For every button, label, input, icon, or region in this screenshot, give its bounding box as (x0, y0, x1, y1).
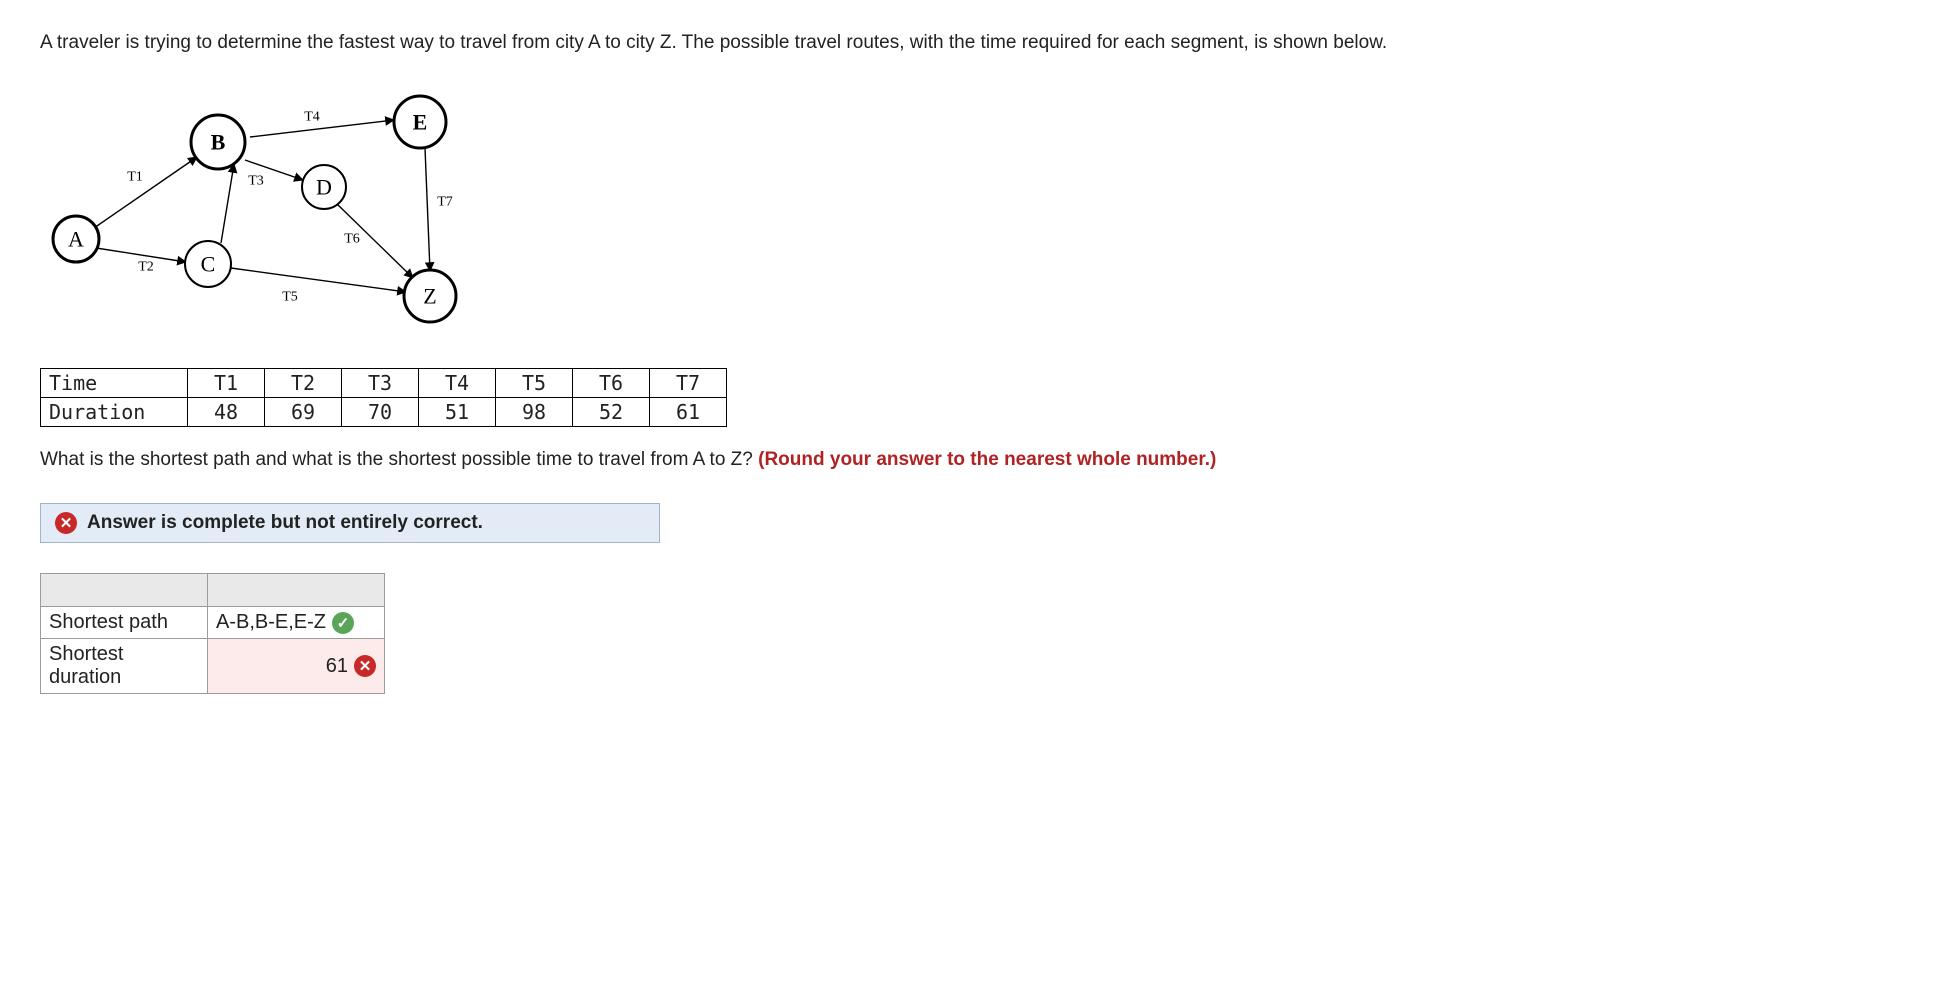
feedback-bar: ✕ Answer is complete but not entirely co… (40, 503, 660, 543)
shortest-path-label: Shortest path (41, 607, 208, 639)
edge-label-t7: T7 (437, 194, 453, 209)
duration-t2: 69 (265, 397, 342, 426)
time-duration-table: Time T1 T2 T3 T4 T5 T6 T7 Duration 48 69… (40, 368, 727, 427)
edge-label-t4: T4 (304, 109, 320, 124)
node-c-label: C (201, 251, 216, 276)
duration-t5: 98 (496, 397, 573, 426)
table-row: Time T1 T2 T3 T4 T5 T6 T7 (41, 368, 727, 397)
shortest-duration-value-cell[interactable]: 61 ✕ (208, 639, 385, 694)
time-header-t7: T7 (650, 368, 727, 397)
time-header-t2: T2 (265, 368, 342, 397)
shortest-path-value: A-B,B-E,E-Z (216, 611, 326, 634)
duration-t1: 48 (188, 397, 265, 426)
time-header-t3: T3 (342, 368, 419, 397)
time-header-t6: T6 (573, 368, 650, 397)
node-b-label: B (211, 129, 226, 154)
time-row-label: Time (41, 368, 188, 397)
feedback-text: Answer is complete but not entirely corr… (87, 512, 483, 534)
table-row: Shortest duration 61 ✕ (41, 639, 385, 694)
duration-t6: 52 (573, 397, 650, 426)
edge-label-t1: T1 (127, 169, 143, 184)
edge-t3 (221, 164, 234, 243)
x-icon: ✕ (55, 512, 77, 534)
duration-t4: 51 (419, 397, 496, 426)
edge-t5 (231, 268, 406, 292)
prompt-text: A traveler is trying to determine the fa… (40, 30, 1820, 57)
table-row: Shortest path A-B,B-E,E-Z ✓ (41, 607, 385, 639)
edge-t4 (250, 120, 394, 137)
edge-label-t2: T2 (138, 259, 154, 274)
route-graph-svg: T1 T2 T3 T4 T5 T6 T7 A B (40, 87, 480, 347)
edge-t1 (94, 157, 197, 228)
time-header-t1: T1 (188, 368, 265, 397)
question-body: What is the shortest path and what is th… (40, 449, 758, 470)
answer-table-header-blank-2 (208, 574, 385, 607)
shortest-duration-label: Shortest duration (41, 639, 208, 694)
duration-t7: 61 (650, 397, 727, 426)
x-icon: ✕ (354, 655, 376, 677)
shortest-path-value-cell[interactable]: A-B,B-E,E-Z ✓ (208, 607, 385, 639)
question-page: A traveler is trying to determine the fa… (0, 0, 1860, 724)
route-graph: T1 T2 T3 T4 T5 T6 T7 A B (40, 87, 1820, 353)
node-d-label: D (316, 174, 332, 199)
question-text: What is the shortest path and what is th… (40, 447, 1820, 474)
shortest-duration-value: 61 (326, 655, 348, 678)
edge-t7 (425, 148, 430, 271)
answer-table: Shortest path A-B,B-E,E-Z ✓ Shortest dur… (40, 573, 385, 694)
time-header-t4: T4 (419, 368, 496, 397)
answer-table-header-blank-1 (41, 574, 208, 607)
node-z-label: Z (423, 283, 436, 308)
node-e-label: E (413, 109, 428, 134)
table-row: Duration 48 69 70 51 98 52 61 (41, 397, 727, 426)
node-a-label: A (68, 226, 84, 251)
check-icon: ✓ (332, 612, 354, 634)
duration-row-label: Duration (41, 397, 188, 426)
time-header-t5: T5 (496, 368, 573, 397)
edge-label-t5: T5 (282, 289, 298, 304)
question-hint: (Round your answer to the nearest whole … (758, 449, 1216, 470)
edge-label-t6: T6 (344, 231, 360, 246)
edge-label-t3: T3 (248, 173, 264, 188)
duration-t3: 70 (342, 397, 419, 426)
